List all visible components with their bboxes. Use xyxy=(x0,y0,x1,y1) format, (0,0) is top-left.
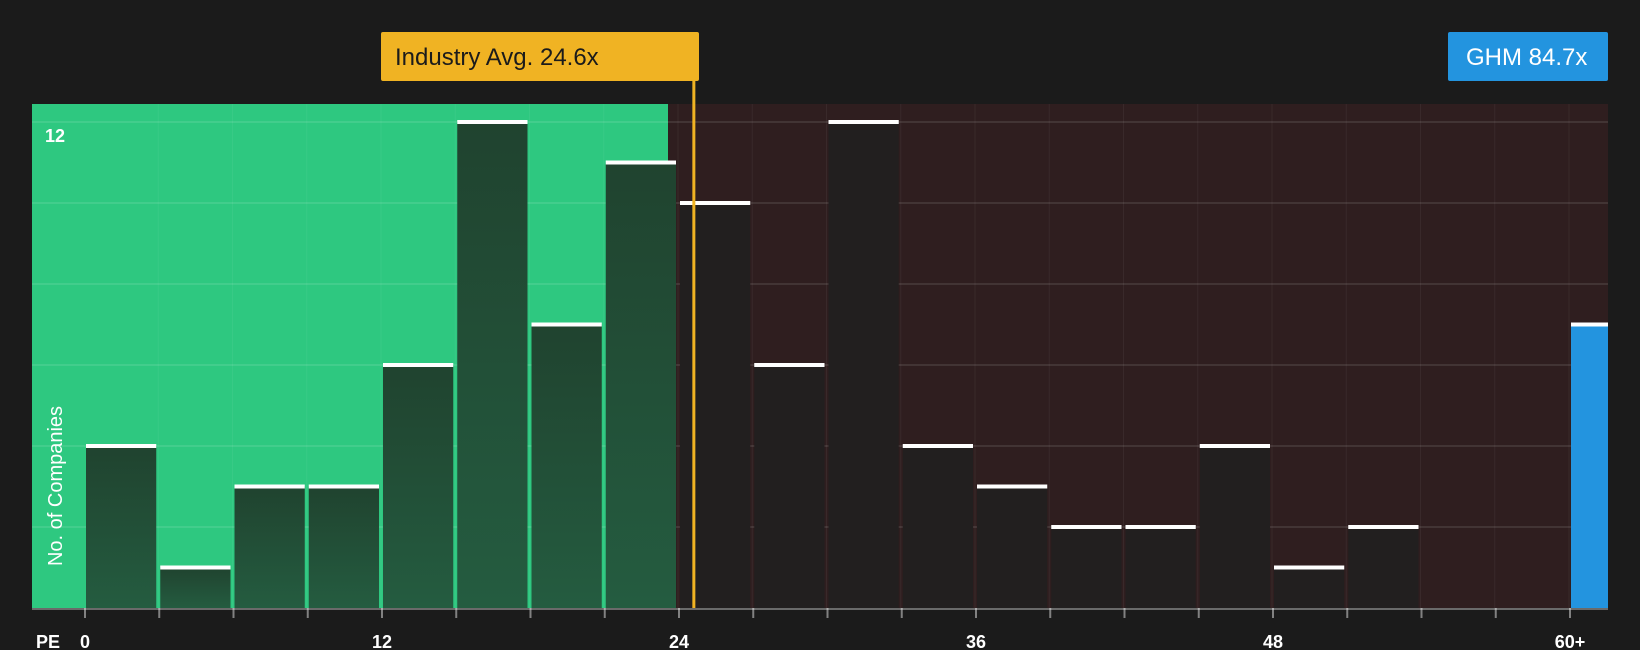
bar-top-marker xyxy=(1274,565,1345,570)
x-tick-label: 60+ xyxy=(1555,632,1586,650)
y-axis-label: No. of Companies xyxy=(45,406,67,566)
industry-average-label: Industry Avg. 24.6x xyxy=(395,44,599,71)
x-tick-label: 24 xyxy=(669,632,689,650)
bar-top-marker xyxy=(1199,444,1270,448)
histogram-bar xyxy=(1051,527,1122,608)
histogram-bar xyxy=(680,203,751,608)
bar-top-marker xyxy=(754,363,825,367)
histogram-bar xyxy=(828,122,899,608)
ghm-label: GHM 84.7x xyxy=(1466,44,1587,71)
x-axis-label: PE xyxy=(36,632,60,650)
histogram-bar xyxy=(902,446,973,608)
histogram-bar xyxy=(1125,527,1196,608)
ghm-highlight-bar xyxy=(1571,324,1608,608)
histogram-bar xyxy=(160,567,231,608)
x-tick-label: 36 xyxy=(966,632,986,650)
bar-top-marker xyxy=(1125,525,1196,529)
histogram-bar xyxy=(977,486,1048,608)
bar-top-marker xyxy=(383,363,454,367)
bar-top-marker xyxy=(160,565,231,570)
bar-top-marker xyxy=(680,201,751,205)
histogram-bar xyxy=(308,486,379,608)
histogram-bar xyxy=(1199,446,1270,608)
bar-top-marker xyxy=(86,444,157,448)
bar-top-marker xyxy=(1348,525,1419,529)
bar-top-marker xyxy=(531,322,602,327)
histogram-bar xyxy=(531,324,602,608)
histogram-bar xyxy=(234,486,305,608)
bar-top-marker xyxy=(234,484,305,489)
y-tick-label: 12 xyxy=(45,126,65,146)
pe-histogram-chart: 0 12 24 36 48 60+ 12 No. of Companies PE Indus… xyxy=(32,32,1608,650)
bar-top-marker xyxy=(308,484,379,489)
histogram-bar xyxy=(605,162,676,608)
x-tick-label: 48 xyxy=(1263,632,1283,650)
bar-top-marker xyxy=(605,160,676,165)
ghm-bar-top-marker xyxy=(1571,322,1608,327)
bar-top-marker xyxy=(977,484,1048,489)
histogram-bar xyxy=(1274,567,1345,608)
bar-top-marker xyxy=(902,444,973,448)
histogram-bar xyxy=(86,446,157,608)
histogram-bar xyxy=(754,365,825,608)
x-tick-label: 12 xyxy=(372,632,392,650)
histogram-bar xyxy=(457,122,528,608)
histogram-bar xyxy=(383,365,454,608)
histogram-bar xyxy=(1348,527,1419,608)
bar-top-marker xyxy=(457,120,528,124)
x-tick-label: 0 xyxy=(80,632,90,650)
bar-top-marker xyxy=(828,120,899,124)
bar-top-marker xyxy=(1051,525,1122,529)
